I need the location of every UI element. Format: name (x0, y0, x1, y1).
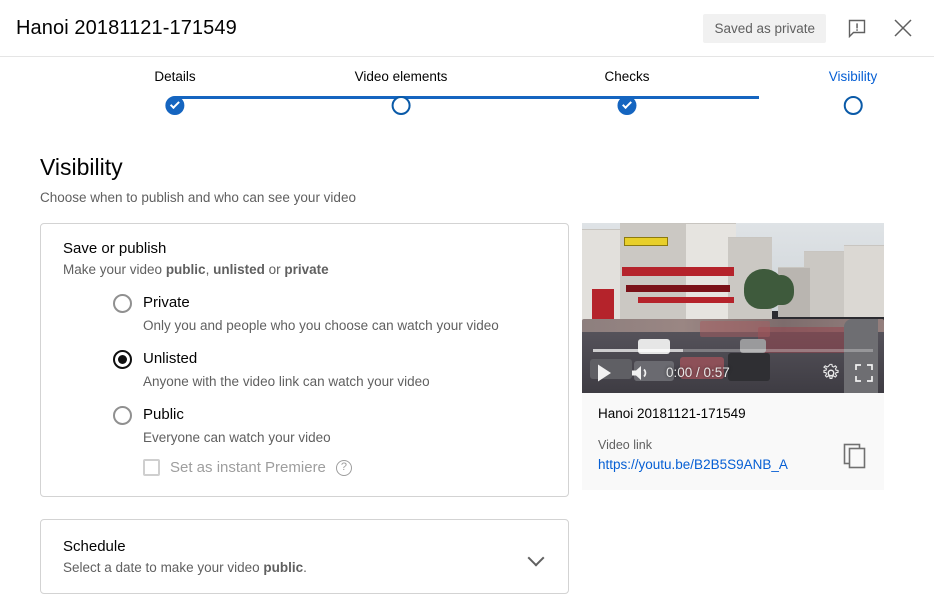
schedule-texts: Schedule Select a date to make your vide… (63, 538, 526, 575)
video-preview-panel: 0:00 / 0:57 Hanoi 20181121-171549 Video … (582, 223, 884, 490)
stepper-step-checks[interactable]: Checks (604, 69, 650, 115)
save-or-publish-title: Save or publish (63, 240, 167, 257)
player-scene-tree (768, 275, 794, 305)
subtitle-bold-private: private (284, 262, 329, 277)
help-icon[interactable]: ? (335, 459, 352, 476)
right-column: 0:00 / 0:57 Hanoi 20181121-171549 Video … (582, 223, 884, 594)
player-scene-awning (626, 285, 730, 292)
left-column: Save or publish Make your video public, … (40, 223, 569, 594)
content-columns: Save or publish Make your video public, … (40, 223, 894, 594)
stepper-step-details[interactable]: Details (154, 69, 196, 115)
visibility-options: Private Only you and people who you choo… (63, 293, 546, 476)
option-private[interactable]: Private Only you and people who you choo… (63, 293, 546, 333)
status-badge: Saved as private (703, 13, 826, 43)
save-or-publish-card: Save or publish Make your video public, … (40, 223, 569, 497)
feedback-icon[interactable] (842, 13, 872, 43)
fullscreen-icon[interactable] (854, 363, 874, 383)
stepper-dot-visibility (843, 96, 863, 115)
option-private-text: Private Only you and people who you choo… (113, 293, 499, 333)
stepper-label-checks: Checks (604, 69, 650, 84)
player-control-row: 0:00 / 0:57 (582, 352, 884, 393)
schedule-subtitle-bold: public (263, 560, 304, 575)
option-public-description: Everyone can watch your video (143, 430, 331, 445)
option-unlisted-label: Unlisted (143, 350, 198, 367)
option-unlisted-description: Anyone with the video link can watch you… (143, 374, 430, 389)
radio-public[interactable] (113, 406, 132, 425)
visibility-content: Visibility Choose when to publish and wh… (0, 134, 934, 594)
page-title: Hanoi 20181121-171549 (16, 16, 237, 39)
chevron-down-icon[interactable] (526, 547, 546, 567)
option-unlisted-text: Unlisted Anyone with the video link can … (113, 349, 430, 389)
preview-video-title: Hanoi 20181121-171549 (598, 406, 746, 421)
section-title: Visibility (40, 154, 123, 180)
option-unlisted[interactable]: Unlisted Anyone with the video link can … (63, 349, 546, 389)
dialog-header: Hanoi 20181121-171549 Saved as private (0, 0, 934, 57)
option-private-description: Only you and people who you choose can w… (143, 318, 499, 333)
stepper-dot-checks (617, 96, 637, 115)
volume-icon[interactable] (628, 361, 652, 385)
player-scene-building (844, 245, 884, 317)
copy-icon[interactable] (842, 442, 868, 470)
schedule-subtitle-suffix: . (303, 560, 307, 575)
instant-premiere-checkbox[interactable] (143, 459, 160, 476)
stepper-label-video-elements: Video elements (354, 69, 448, 84)
schedule-title: Schedule (63, 538, 126, 555)
subtitle-text-2: , (205, 262, 214, 277)
player-controls: 0:00 / 0:57 (582, 349, 884, 393)
stepper-dot-video-elements (391, 96, 411, 115)
option-public-label: Public (143, 406, 184, 423)
close-icon[interactable] (888, 13, 918, 43)
video-player[interactable]: 0:00 / 0:57 (582, 223, 884, 393)
preview-link-label: Video link (598, 438, 652, 452)
stepper-label-visibility: Visibility (828, 69, 878, 84)
option-public-text: Public Everyone can watch your video Set… (113, 405, 352, 476)
stepper-dot-details (165, 96, 185, 115)
option-private-label: Private (143, 294, 190, 311)
save-or-publish-subtitle: Make your video public, unlisted or priv… (63, 262, 546, 277)
preview-video-link[interactable]: https://youtu.be/B2B5S9ANB_A (598, 457, 868, 472)
section-subtitle: Choose when to publish and who can see y… (40, 190, 356, 205)
upload-stepper: Details Video elements Checks Visibility (0, 69, 934, 134)
player-scene-sign-coffee-club (624, 237, 668, 246)
radio-private[interactable] (113, 294, 132, 313)
instant-premiere-row[interactable]: Set as instant Premiere ? (143, 459, 352, 476)
schedule-card[interactable]: Schedule Select a date to make your vide… (40, 519, 569, 594)
stepper-label-details: Details (154, 69, 196, 84)
player-time-display: 0:00 / 0:57 (666, 365, 730, 380)
subtitle-text-1: Make your video (63, 262, 166, 277)
player-scene-awning (622, 267, 734, 276)
video-preview-meta: Hanoi 20181121-171549 Video link https:/… (582, 393, 884, 490)
play-icon[interactable] (592, 361, 616, 385)
subtitle-bold-public: public (165, 262, 206, 277)
schedule-subtitle: Select a date to make your video public. (63, 560, 526, 575)
subtitle-text-3: or (264, 262, 285, 277)
schedule-subtitle-prefix: Select a date to make your video (63, 560, 264, 575)
instant-premiere-label: Set as instant Premiere (170, 459, 326, 476)
option-public[interactable]: Public Everyone can watch your video Set… (63, 405, 546, 476)
radio-unlisted[interactable] (113, 350, 132, 369)
stepper-step-visibility[interactable]: Visibility (828, 69, 878, 115)
header-actions: Saved as private (703, 13, 918, 43)
stepper-step-video-elements[interactable]: Video elements (354, 69, 448, 115)
stepper-progress-line (175, 96, 759, 99)
gear-icon[interactable] (820, 362, 842, 384)
subtitle-bold-unlisted: unlisted (213, 262, 265, 277)
player-scene-awning (638, 297, 734, 303)
player-scene-crowd (700, 321, 770, 337)
